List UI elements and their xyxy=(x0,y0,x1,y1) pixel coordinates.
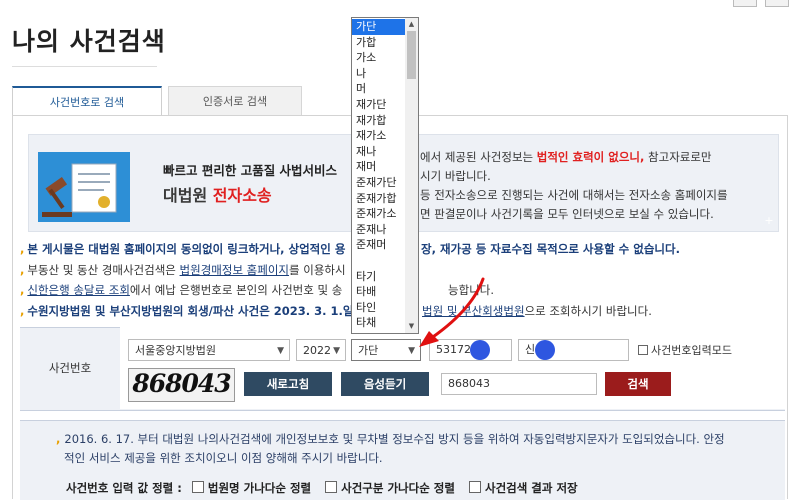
captcha-notice: , 2016. 6. 17. 부터 대법원 나의사건검색에 개인정보보호 및 무… xyxy=(56,430,756,468)
case-type-option[interactable]: 타배 xyxy=(352,284,406,300)
disclaimer-text: 에서 제공된 사건정보는 xyxy=(420,150,537,164)
disclaimer-warning: 법적인 효력이 없으니, xyxy=(536,150,645,164)
sort-type-label: 사건구분 가나다순 정렬 xyxy=(341,481,455,495)
notice-item: ,본 게시물은 대법원 홈페이지의 동의없이 링크하거나, 상업적인 용 장, 재… xyxy=(20,241,680,257)
case-type-option[interactable]: 타기 xyxy=(352,269,406,285)
judge-gavel-icon xyxy=(38,152,130,222)
notice-text: 장, 재가공 등 자료수집 목적으로 사용할 수 없습니다. xyxy=(421,242,680,256)
chevron-down-icon: ▼ xyxy=(277,346,284,356)
title-divider xyxy=(12,66,157,67)
disclaimer-text: 시기 바랍니다. xyxy=(420,169,491,183)
case-type-option[interactable]: 준재머 xyxy=(352,237,406,253)
notice-item: , 신한은행 송달료 조회에서 예납 은행번호로 본인의 사건번호 및 송 능합니다… xyxy=(20,282,494,298)
sort-court-checkbox[interactable] xyxy=(191,481,204,493)
shinhan-fee-link[interactable]: 신한은행 송달료 조회 xyxy=(27,283,130,297)
tab-case-number-search[interactable]: 사건번호로 검색 xyxy=(12,86,162,116)
save-result-checkbox[interactable] xyxy=(468,481,481,493)
case-type-option[interactable]: 나 xyxy=(352,66,406,82)
top-menu-box xyxy=(733,0,757,7)
sort-label: 사건번호 입력 값 정렬 : xyxy=(66,481,182,495)
sort-court-label: 법원명 가나다순 정렬 xyxy=(207,481,312,495)
case-type-option[interactable]: 재머 xyxy=(352,159,406,175)
notice-text: 에서 예납 은행번호로 본인의 사건번호 및 송 xyxy=(129,283,343,297)
case-type-option[interactable]: 준재가소 xyxy=(352,206,406,222)
case-type-option[interactable]: 재나 xyxy=(352,144,406,160)
notice-text: 를 이용하시 xyxy=(289,263,346,277)
case-type-option[interactable]: 타인 xyxy=(352,300,406,316)
case-type-option[interactable]: 가단 xyxy=(352,19,406,35)
case-type-option[interactable]: 가합 xyxy=(352,35,406,51)
bullet-icon: , xyxy=(20,283,25,297)
notice-text: 수원지방법원 및 부산지방법원의 회생/파산 사건은 2023. 3. 1.일 xyxy=(27,304,354,318)
banner-brand-court: 대법원 xyxy=(163,186,208,205)
bullet-icon: , xyxy=(20,304,25,318)
banner-disclaimer: 에서 제공된 사건정보는 법적인 효력이 없으니, 참고자료로만 시기 바랍니다… xyxy=(420,148,770,224)
case-type-option[interactable]: 준재가합 xyxy=(352,191,406,207)
notice-item: , 수원지방법원 및 부산지방법원의 회생/파산 사건은 2023. 3. 1.일… xyxy=(20,303,652,319)
case-type-option[interactable]: 재가단 xyxy=(352,97,406,113)
disclaimer-text: 참고자료로만 xyxy=(644,150,712,164)
captcha-input[interactable]: 868043 xyxy=(441,373,597,395)
court-auction-link[interactable]: 법원경매정보 홈페이지 xyxy=(180,263,289,277)
scroll-up-icon[interactable]: ▲ xyxy=(407,19,416,29)
audio-captcha-button[interactable]: 음성듣기 xyxy=(341,372,429,396)
annotation-arrow-icon xyxy=(419,277,485,347)
banner-brand-ecourt: 전자소송 xyxy=(212,186,272,205)
banner-more-icon[interactable]: + xyxy=(762,214,776,228)
case-type-option[interactable]: 준재나 xyxy=(352,222,406,238)
captcha-notice-line: 적인 서비스 제공을 위한 조치이오니 이점 양해해 주시기 바랍니다. xyxy=(64,451,383,465)
scrollbar-thumb[interactable] xyxy=(407,31,416,79)
court-select-value: 서울중앙지방법원 xyxy=(135,344,216,357)
case-type-option[interactable]: 가소 xyxy=(352,50,406,66)
notice-text: 으로 조회하시기 바랍니다. xyxy=(524,304,652,318)
case-type-option[interactable]: 타채 xyxy=(352,315,406,331)
input-mode-label: 사건번호입력모드 xyxy=(651,344,732,357)
sort-options: 사건번호 입력 값 정렬 : 법원명 가나다순 정렬 사건구분 가나다순 정렬 … xyxy=(66,480,578,496)
top-menu-box xyxy=(765,0,789,7)
save-result-label: 사건검색 결과 저장 xyxy=(484,481,578,495)
banner-tagline: 빠르고 편리한 고품질 사법서비스 xyxy=(163,163,338,178)
case-number-label: 사건번호 xyxy=(48,361,92,375)
bullet-icon: , xyxy=(20,242,25,256)
year-select-value: 2022 xyxy=(303,344,331,357)
chevron-down-icon: ▼ xyxy=(333,346,340,356)
input-mode-checkbox[interactable] xyxy=(638,345,648,355)
disclaimer-text: 등 전자소송으로 진행되는 사건에 대해서는 전자소송 홈페이지를 xyxy=(420,188,728,202)
search-button[interactable]: 검색 xyxy=(605,372,671,396)
banner-brand: 대법원 전자소송 xyxy=(163,182,272,206)
case-type-option[interactable]: 준재가단 xyxy=(352,175,406,191)
case-type-select-value: 가단 xyxy=(358,344,379,357)
case-type-option[interactable]: 재가합 xyxy=(352,113,406,129)
court-select[interactable]: 서울중앙지방법원 ▼ xyxy=(128,339,290,361)
tab-certificate-search[interactable]: 인증서로 검색 xyxy=(168,86,302,116)
captcha-notice-line: 2016. 6. 17. 부터 대법원 나의사건검색에 개인정보보호 및 무차별… xyxy=(64,432,725,446)
refresh-captcha-button[interactable]: 새로고침 xyxy=(244,372,332,396)
case-type-option[interactable]: 머 xyxy=(352,81,406,97)
notice-text: 부동산 및 동산 경매사건검색은 xyxy=(27,263,180,277)
case-type-option[interactable] xyxy=(352,253,406,269)
captcha-image: 868043 xyxy=(128,368,235,402)
disclaimer-text: 면 판결문이나 사건기록을 모두 인터넷으로 보실 수 있습니다. xyxy=(420,207,714,221)
case-type-option[interactable]: 재가소 xyxy=(352,128,406,144)
notice-item: , 부동산 및 동산 경매사건검색은 법원경매정보 홈페이지를 이용하시 xyxy=(20,262,346,278)
bullet-icon: , xyxy=(20,263,25,277)
sort-type-checkbox[interactable] xyxy=(325,481,338,493)
year-select[interactable]: 2022 ▼ xyxy=(296,339,346,361)
page-title: 나의 사건검색 xyxy=(12,27,166,56)
redaction-mark xyxy=(535,340,555,360)
notice-text: 본 게시물은 대법원 홈페이지의 동의없이 링크하거나, 상업적인 용 xyxy=(27,242,346,256)
